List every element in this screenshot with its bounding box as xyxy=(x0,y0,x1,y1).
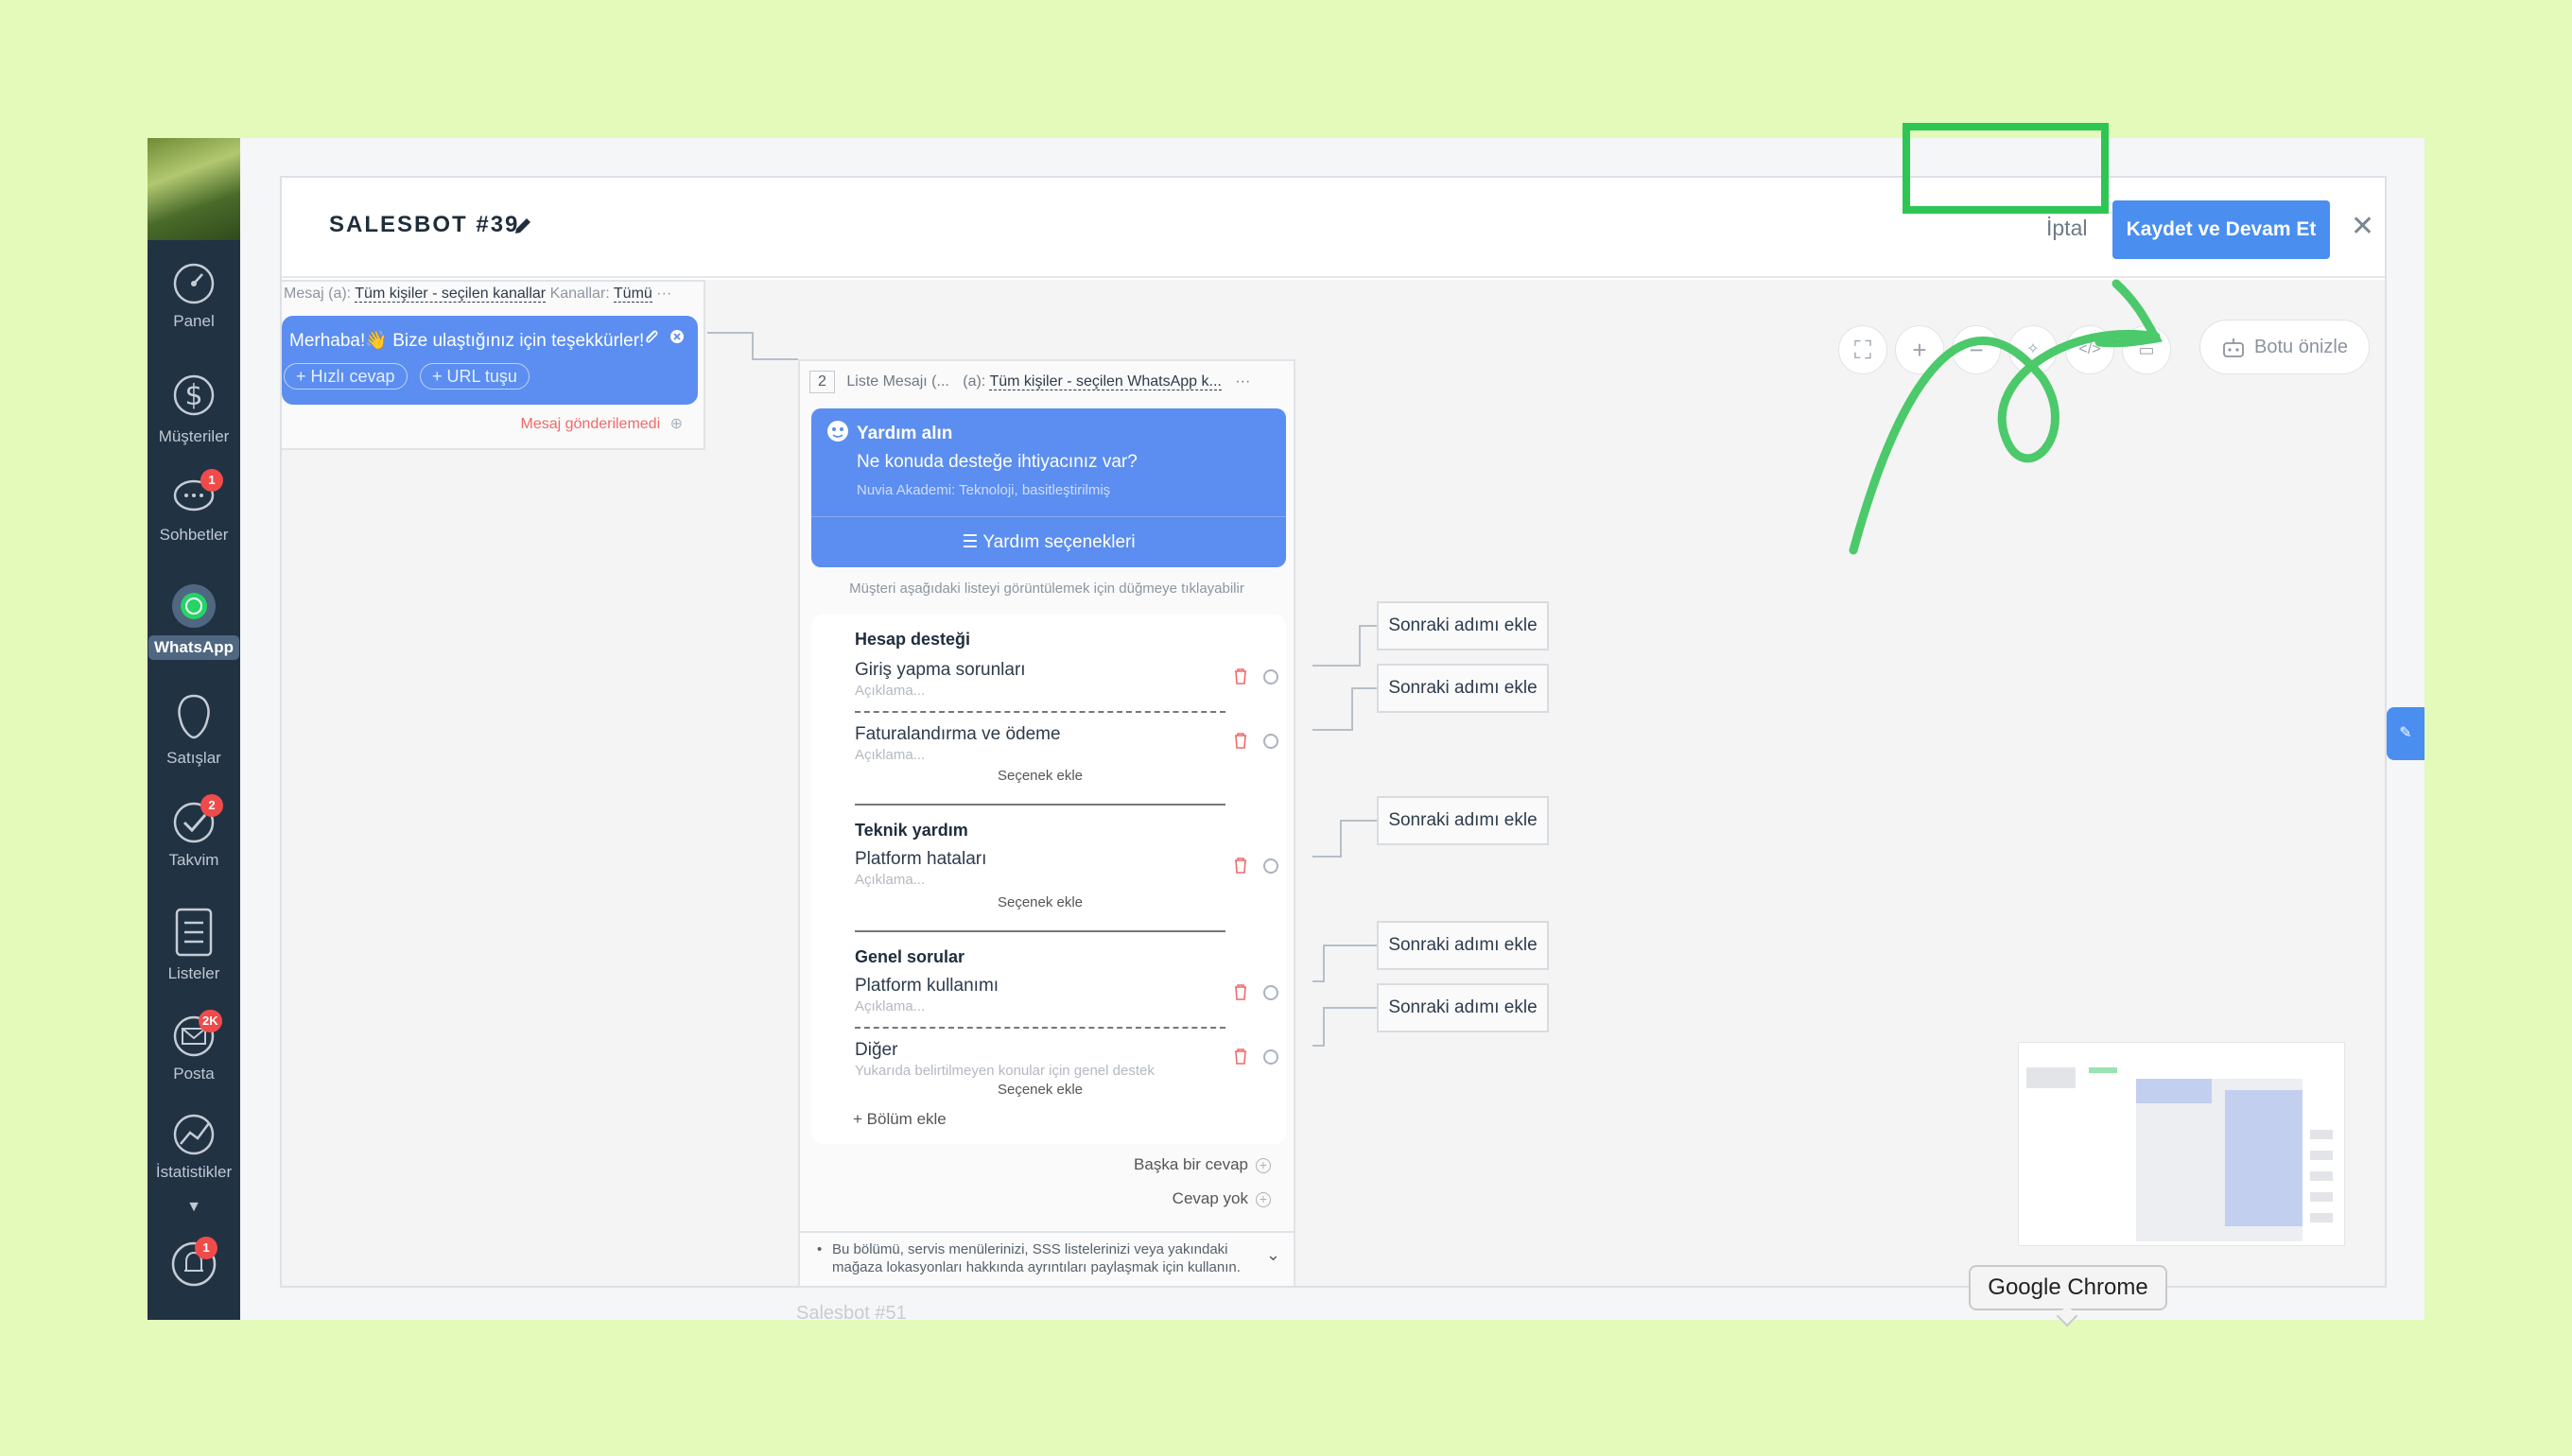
app-tooltip: Google Chrome xyxy=(1969,1265,2167,1310)
annotation-arrow xyxy=(1849,279,2164,555)
highlight-box xyxy=(1903,123,2109,214)
